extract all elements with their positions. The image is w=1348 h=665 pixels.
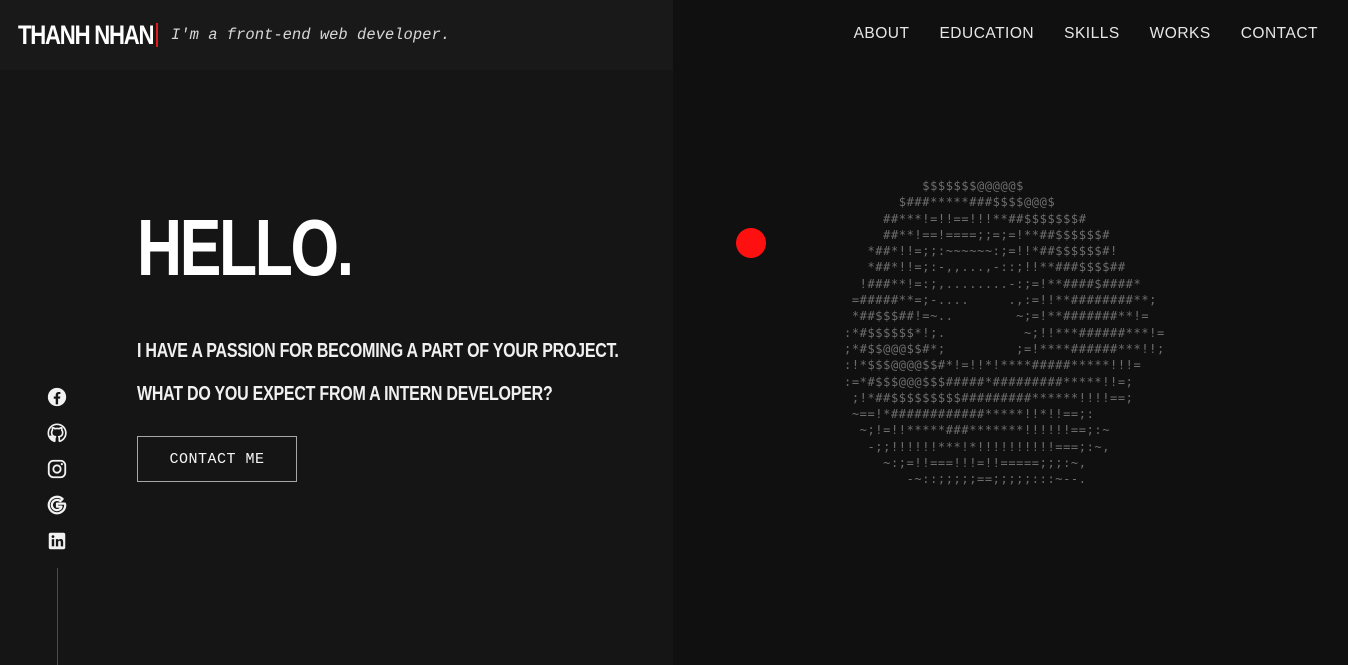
- header-divider: [156, 23, 158, 47]
- google-icon[interactable]: [46, 494, 68, 516]
- nav-skills[interactable]: SKILLS: [1064, 25, 1120, 43]
- nav-education[interactable]: EDUCATION: [939, 25, 1034, 43]
- social-line-decoration: [57, 568, 58, 665]
- hero-line-question: WHAT DO YOU EXPECT FROM A INTERN DEVELOP…: [137, 383, 553, 405]
- github-icon[interactable]: [46, 422, 68, 444]
- cursor-dot: [736, 228, 766, 258]
- nav-works[interactable]: WORKS: [1150, 25, 1211, 43]
- social-links: [46, 386, 68, 552]
- ascii-art-portrait: $$$$$$$@@@@@$ $###*****###$$$$@@@$ ##***…: [844, 179, 1165, 487]
- nav-about[interactable]: ABOUT: [854, 25, 910, 43]
- facebook-icon[interactable]: [46, 386, 68, 408]
- instagram-icon[interactable]: [46, 458, 68, 480]
- nav-contact[interactable]: CONTACT: [1241, 25, 1318, 43]
- site-logo[interactable]: THANH NHAN: [18, 20, 155, 51]
- site-tagline: I'm a front-end web developer.: [171, 26, 451, 44]
- hero-title: HELLO.: [137, 203, 354, 292]
- contact-me-button[interactable]: CONTACT ME: [137, 436, 297, 482]
- hero-line-passion: I HAVE A PASSION FOR BECOMING A PART OF …: [137, 340, 619, 362]
- main-nav: ABOUT EDUCATION SKILLS WORKS CONTACT: [854, 25, 1318, 43]
- site-header: THANH NHAN I'm a front-end web developer…: [0, 0, 1348, 70]
- hero-panel: [0, 0, 673, 665]
- linkedin-icon[interactable]: [46, 530, 68, 552]
